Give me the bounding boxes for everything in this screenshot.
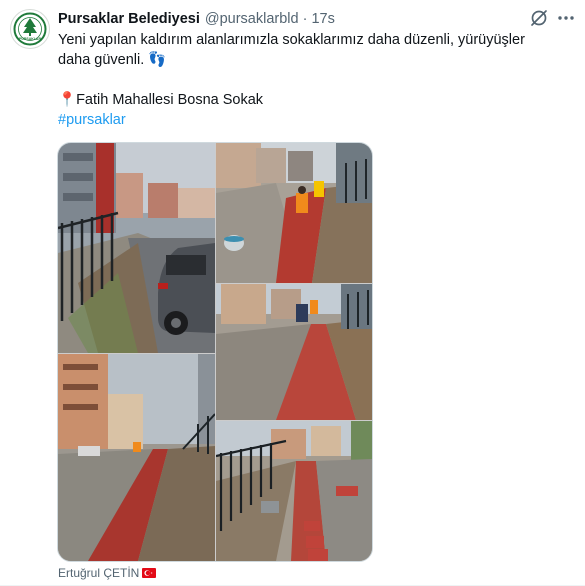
tweet-text-line-2: daha güvenli. 👣	[58, 52, 167, 68]
pursaklar-logo-icon: PURSAKLAR	[13, 12, 47, 46]
location-pin-icon: 📍	[58, 92, 77, 108]
tweet[interactable]: PURSAKLAR Pursaklar Belediyesi @pursakla…	[0, 0, 585, 586]
photo-street-curb-perspective[interactable]	[58, 354, 215, 561]
tweet-text-line-1: Yeni yapılan kaldırım alanlarımızla soka…	[58, 32, 525, 48]
author-name[interactable]: Pursaklar Belediyesi	[58, 11, 200, 27]
tweet-timestamp[interactable]: 17s	[311, 11, 334, 27]
tagged-user-name[interactable]: Ertuğrul ÇETİN	[58, 566, 139, 580]
photo-workers-laying-curb[interactable]	[216, 143, 372, 283]
photo-street-with-car-image	[58, 143, 215, 353]
svg-text:PURSAKLAR: PURSAKLAR	[19, 37, 41, 41]
grok-icon[interactable]	[529, 8, 549, 28]
photo-workers-laying-curb-image	[216, 143, 372, 283]
turkey-flag-icon	[142, 568, 157, 578]
avatar[interactable]: PURSAKLAR	[10, 9, 50, 49]
more-icon[interactable]	[556, 8, 576, 28]
location-text: Fatih Mahallesi Bosna Sokak	[76, 92, 264, 108]
photo-new-curb-road-image	[216, 284, 372, 420]
photo-street-with-car[interactable]	[58, 143, 215, 353]
tweet-location-line: 📍Fatih Mahallesi Bosna Sokak	[58, 90, 568, 110]
separator-dot: ·	[302, 11, 308, 27]
tweet-media-grid[interactable]	[57, 142, 373, 562]
photo-street-curb-perspective-image	[58, 354, 215, 561]
author-handle[interactable]: @pursaklarbld	[205, 11, 299, 27]
photo-railing-bricks-image	[216, 421, 372, 561]
hashtag-link[interactable]: #pursaklar	[58, 110, 568, 130]
photo-tag[interactable]: Ertuğrul ÇETİN	[58, 566, 157, 580]
tweet-header: Pursaklar Belediyesi @pursaklarbld · 17s	[58, 9, 335, 29]
photo-new-curb-road[interactable]	[216, 284, 372, 420]
photo-railing-bricks[interactable]	[216, 421, 372, 561]
